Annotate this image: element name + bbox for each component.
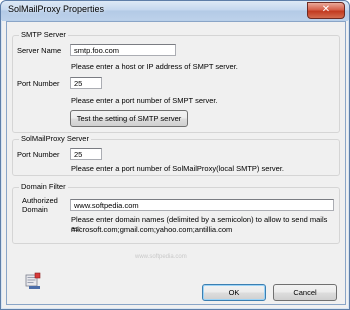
ok-button[interactable]: OK bbox=[202, 284, 266, 301]
mail-proxy-icon bbox=[25, 272, 41, 289]
watermark-text: www.softpedia.com bbox=[135, 254, 187, 260]
proxy-port-hint: Please enter a port number of SolMailPro… bbox=[71, 164, 284, 173]
authorized-domain-input[interactable]: www.softpedia.com bbox=[70, 199, 334, 211]
dialog-client-area: SMTP Server Server Name smtp.foo.com Ple… bbox=[6, 21, 346, 305]
authorized-domain-label-line2: Domain bbox=[22, 205, 48, 214]
domain-filter-legend: Domain Filter bbox=[19, 182, 68, 191]
window-title: SolMailProxy Properties bbox=[8, 4, 105, 14]
smtp-port-label: Port Number bbox=[17, 79, 60, 88]
proxy-port-input[interactable]: 25 bbox=[70, 148, 102, 160]
domain-hint-line2: microsoft.com;gmail.com;yahoo.com;antill… bbox=[71, 225, 233, 234]
smtp-port-input[interactable]: 25 bbox=[70, 77, 102, 89]
domain-filter-group: Domain Filter Authorized Domain www.soft… bbox=[12, 182, 340, 244]
proxy-server-group: SolMailProxy Server Port Number 25 Pleas… bbox=[12, 134, 340, 176]
proxy-server-legend: SolMailProxy Server bbox=[19, 134, 91, 143]
smtp-server-legend: SMTP Server bbox=[19, 30, 68, 39]
cancel-button[interactable]: Cancel bbox=[273, 284, 337, 301]
dialog-window: SolMailProxy Properties ✕ SMTP Server Se… bbox=[0, 0, 350, 310]
server-name-input[interactable]: smtp.foo.com bbox=[70, 44, 176, 56]
title-bar[interactable]: SolMailProxy Properties ✕ bbox=[1, 1, 349, 20]
server-name-hint: Please enter a host or IP address of SMP… bbox=[71, 62, 238, 71]
server-name-label: Server Name bbox=[17, 46, 62, 55]
close-button[interactable]: ✕ bbox=[307, 2, 345, 19]
authorized-domain-label-line1: Authorized bbox=[22, 196, 58, 205]
test-smtp-button[interactable]: Test the setting of SMTP server bbox=[70, 110, 188, 127]
close-icon: ✕ bbox=[321, 4, 331, 15]
proxy-port-label: Port Number bbox=[17, 150, 60, 159]
smtp-server-group: SMTP Server Server Name smtp.foo.com Ple… bbox=[12, 30, 340, 133]
smtp-port-hint: Please enter a port number of SMPT serve… bbox=[71, 96, 218, 105]
